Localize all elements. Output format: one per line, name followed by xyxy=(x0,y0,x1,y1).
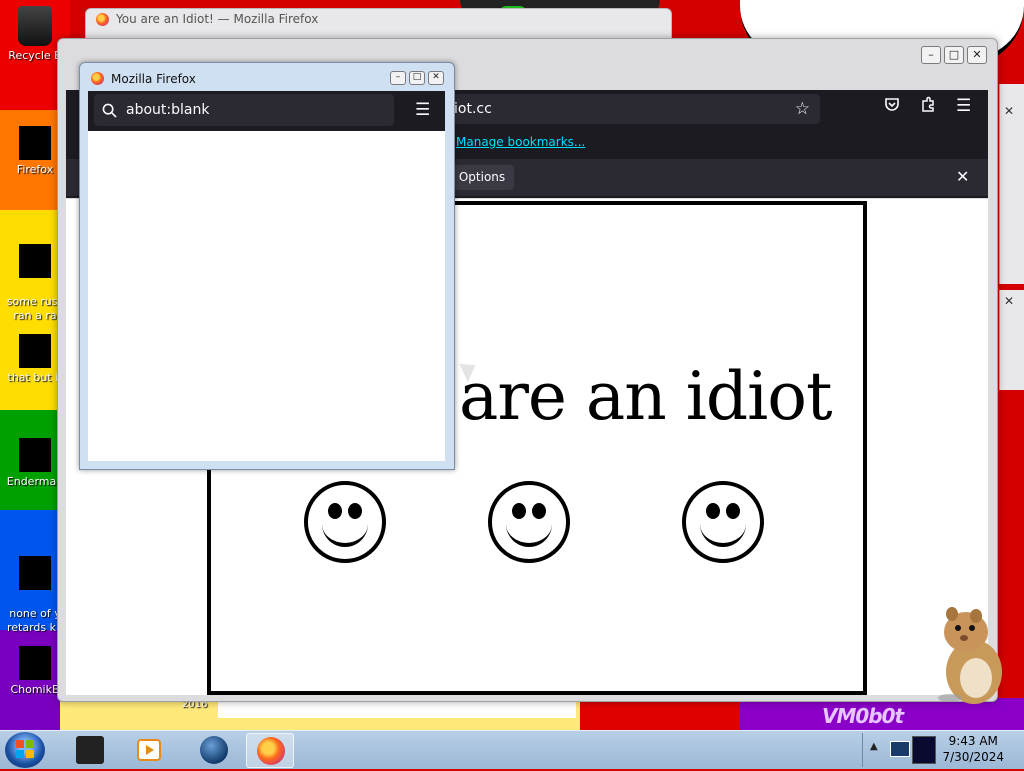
file-icon xyxy=(19,244,51,278)
taskbar-item-globe[interactable] xyxy=(190,733,236,766)
firefox-icon xyxy=(19,126,51,160)
window-controls: – □ ✕ xyxy=(390,71,444,85)
terminal-icon xyxy=(76,736,104,764)
menu-icon[interactable]: ☰ xyxy=(415,100,430,120)
tray-divider xyxy=(862,733,863,767)
taskbar-item-firefox[interactable] xyxy=(246,733,294,768)
window-controls: – □ ✕ xyxy=(921,46,987,64)
taskbar-item-media-player[interactable] xyxy=(126,733,172,766)
front-firefox-window[interactable]: Mozilla Firefox – □ ✕ about:blank ☰ xyxy=(79,62,455,470)
taskbar-item-terminal[interactable] xyxy=(66,733,112,766)
tray-app-icon[interactable] xyxy=(912,736,936,764)
smiley-face-icon xyxy=(488,481,570,563)
close-button[interactable]: ✕ xyxy=(428,71,444,85)
extensions-icon[interactable] xyxy=(920,96,936,117)
menu-icon[interactable]: ☰ xyxy=(956,96,971,116)
hamster-image xyxy=(936,606,1006,706)
clock-time: 9:43 AM xyxy=(948,734,998,748)
maximize-button[interactable]: □ xyxy=(409,71,425,85)
recycle-bin-icon xyxy=(18,6,52,46)
system-clock[interactable]: 9:43 AM 7/30/2024 xyxy=(942,733,1004,765)
smiley-face-icon xyxy=(304,481,386,563)
clock-date: 7/30/2024 xyxy=(942,750,1004,764)
firefox-icon xyxy=(91,72,104,85)
firefox-icon xyxy=(257,737,285,765)
start-button[interactable] xyxy=(5,732,45,768)
manage-bookmarks-link[interactable]: Manage bookmarks... xyxy=(456,135,585,149)
maximize-button[interactable]: □ xyxy=(944,46,964,64)
bookmark-star-icon[interactable]: ☆ xyxy=(795,94,810,124)
file-icon xyxy=(19,556,51,590)
smiley-face-icon xyxy=(682,481,764,563)
background-window-fragment[interactable]: ✕ xyxy=(999,290,1024,390)
media-player-icon xyxy=(136,736,164,764)
file-icon xyxy=(19,438,51,472)
background-window-fragment[interactable]: ✕ xyxy=(999,84,1024,284)
browser-toolbar: about:blank ☰ xyxy=(88,91,445,131)
window-title: Mozilla Firefox xyxy=(111,72,196,86)
firefox-icon xyxy=(96,13,109,26)
close-icon[interactable]: ✕ xyxy=(956,167,969,186)
search-icon xyxy=(102,94,117,129)
network-icon[interactable] xyxy=(890,741,910,757)
globe-icon xyxy=(200,736,228,764)
pocket-icon[interactable] xyxy=(884,96,900,117)
minimize-button[interactable]: – xyxy=(921,46,941,64)
file-icon xyxy=(19,646,51,680)
file-icon xyxy=(19,334,51,368)
tray-expand-icon[interactable]: ▲ xyxy=(870,741,878,752)
vm-watermark: VM0b0t xyxy=(822,704,904,728)
window-title: You are an Idiot! — Mozilla Firefox xyxy=(116,12,319,26)
wallpaper-shape xyxy=(218,700,576,718)
minimize-button[interactable]: – xyxy=(390,71,406,85)
options-button[interactable]: Options xyxy=(450,165,514,190)
page-heading: are an idiot xyxy=(459,358,832,435)
close-button[interactable]: ✕ xyxy=(967,46,987,64)
wallpaper-shape xyxy=(580,698,740,730)
url-bar[interactable]: about:blank xyxy=(94,94,394,126)
url-text: about:blank xyxy=(126,102,210,118)
close-icon[interactable]: ✕ xyxy=(1004,294,1014,308)
page-content xyxy=(88,131,445,461)
close-icon[interactable]: ✕ xyxy=(1004,104,1014,118)
taskbar: ▲ 9:43 AM 7/30/2024 xyxy=(0,730,1024,769)
url-bar[interactable]: iot.cc ☆ xyxy=(446,94,820,124)
url-text: iot.cc xyxy=(454,101,492,117)
